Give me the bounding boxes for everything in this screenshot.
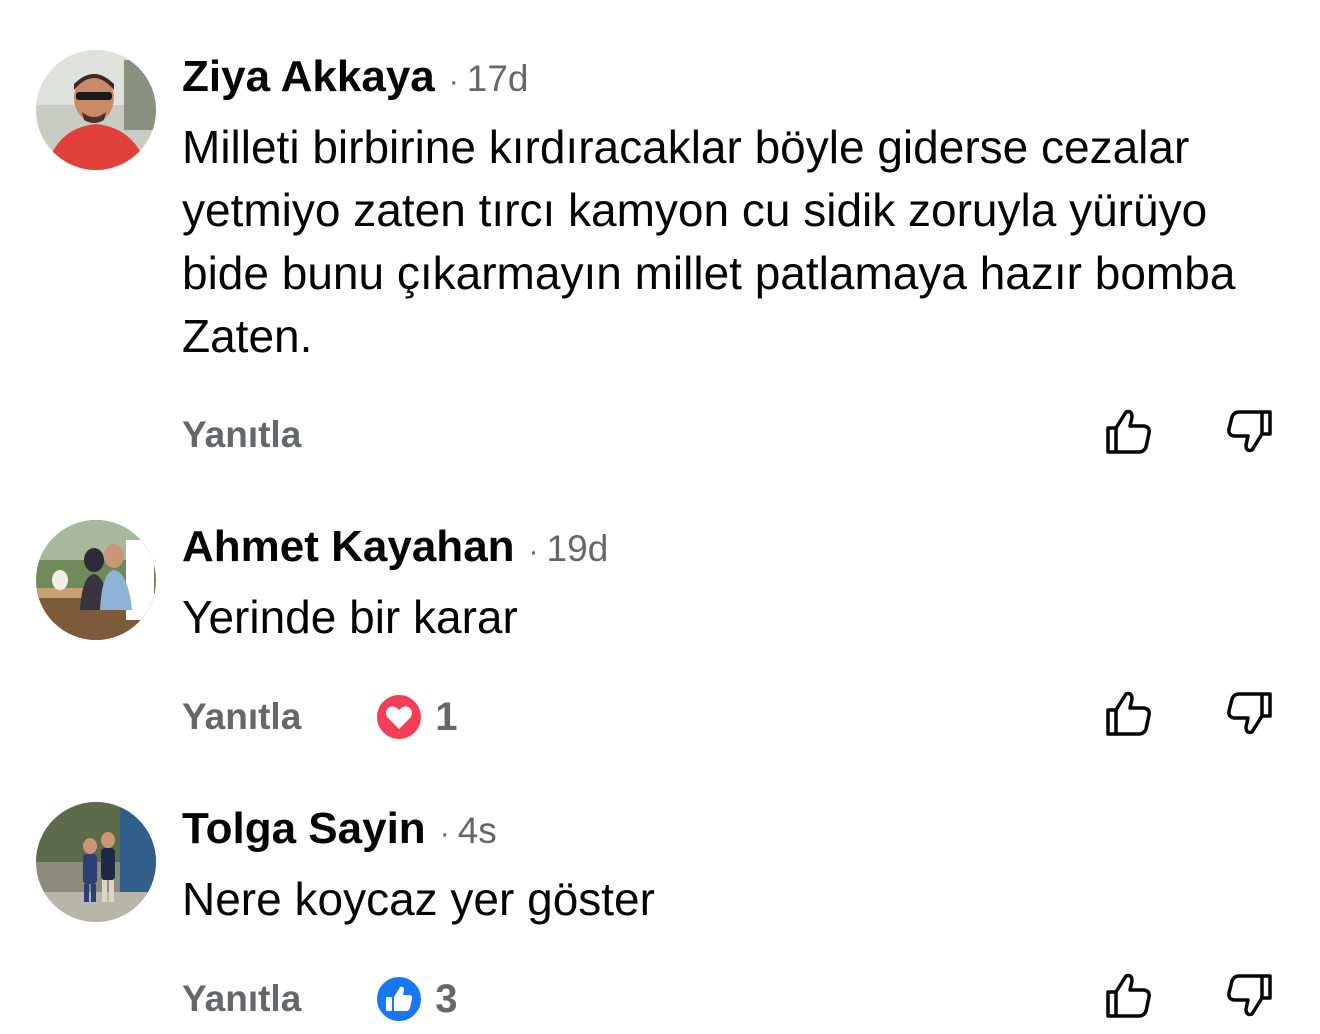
- reply-button[interactable]: Yanıtla: [182, 696, 301, 738]
- avatar[interactable]: [36, 520, 156, 640]
- comment-actions: Yanıtla: [182, 410, 301, 460]
- upvote-button[interactable]: [1104, 406, 1156, 458]
- downvote-button[interactable]: [1222, 406, 1274, 458]
- comment-text: Yerinde bir karar: [182, 591, 518, 643]
- timestamp[interactable]: 4s: [458, 810, 497, 852]
- comment: Tolga Sayin · 4s Nere koycaz yer göster …: [0, 802, 1320, 1034]
- heart-reaction-icon: [375, 693, 424, 741]
- comment-actions: Yanıtla 1: [182, 692, 458, 742]
- comment-text: Nere koycaz yer göster: [182, 873, 655, 925]
- upvote-button[interactable]: [1104, 970, 1156, 1022]
- avatar-image: [36, 802, 156, 922]
- downvote-button[interactable]: [1222, 688, 1274, 740]
- avatar[interactable]: [36, 50, 156, 170]
- timestamp[interactable]: 17d: [467, 58, 529, 100]
- author-name[interactable]: Ziya Akkaya: [182, 52, 435, 102]
- reply-button[interactable]: Yanıtla: [182, 414, 301, 456]
- comment-actions: Yanıtla 3: [182, 974, 458, 1024]
- thumbs-up-outline-icon: [1106, 691, 1151, 736]
- upvote-button[interactable]: [1104, 688, 1156, 740]
- separator-dot: ·: [528, 535, 539, 568]
- thumbs-up-outline-icon: [1106, 409, 1151, 454]
- comment-header: Ziya Akkaya · 17d: [182, 52, 529, 112]
- avatar-image: [36, 520, 156, 640]
- separator-dot: ·: [439, 817, 450, 850]
- thumbs-down-outline-icon: [1227, 692, 1272, 735]
- comment-text: Milleti birbirine kırdıracaklar böyle gi…: [182, 121, 1236, 362]
- comment-header: Ahmet Kayahan · 19d: [182, 522, 608, 582]
- thumbs-up-outline-icon: [1106, 973, 1151, 1018]
- author-name[interactable]: Tolga Sayin: [182, 804, 426, 854]
- reaction-summary[interactable]: 1: [375, 693, 458, 741]
- like-reaction-icon: [375, 975, 424, 1023]
- avatar[interactable]: [36, 802, 156, 922]
- reaction-count: 1: [435, 694, 458, 739]
- reaction-summary[interactable]: 3: [375, 975, 458, 1023]
- timestamp[interactable]: 19d: [547, 528, 609, 570]
- reaction-count: 3: [435, 976, 458, 1021]
- comment: Ahmet Kayahan · 19d Yerinde bir karar Ya…: [0, 520, 1320, 750]
- separator-dot: ·: [448, 65, 459, 98]
- thumbs-down-outline-icon: [1227, 410, 1272, 453]
- comment-header: Tolga Sayin · 4s: [182, 804, 497, 864]
- comment: Ziya Akkaya · 17d Milleti birbirine kırd…: [0, 50, 1320, 470]
- avatar-image: [36, 50, 156, 170]
- downvote-button[interactable]: [1222, 970, 1274, 1022]
- reply-button[interactable]: Yanıtla: [182, 978, 301, 1020]
- author-name[interactable]: Ahmet Kayahan: [182, 522, 515, 572]
- thumbs-down-outline-icon: [1227, 974, 1272, 1017]
